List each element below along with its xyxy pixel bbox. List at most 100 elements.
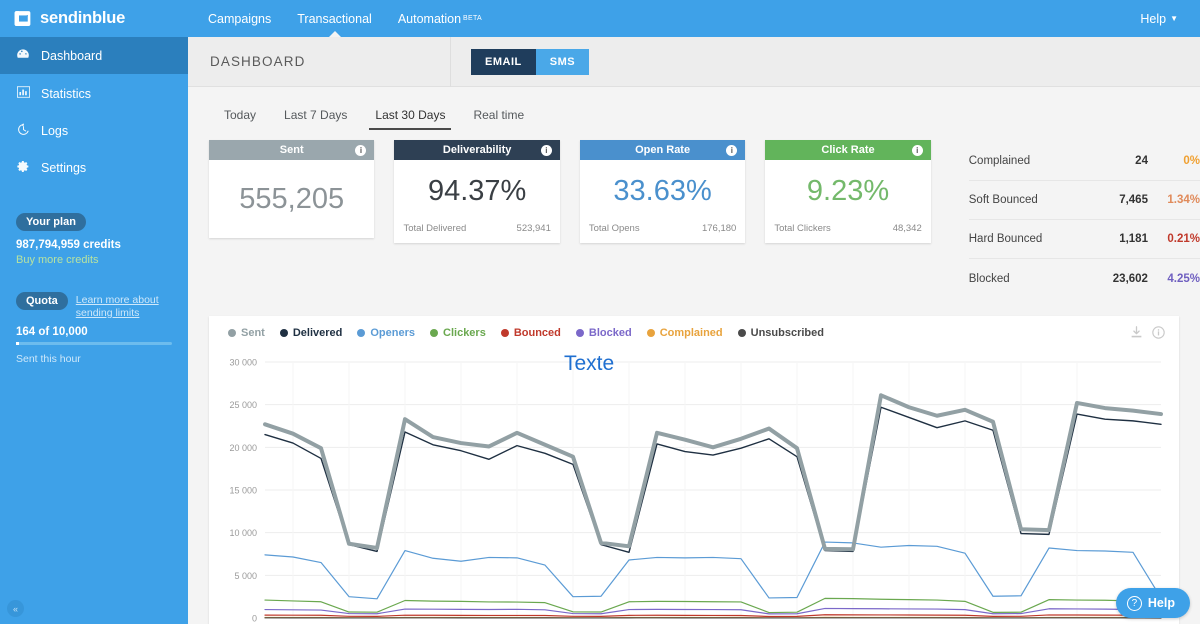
kpi-body: 555,205 (209, 160, 374, 238)
quota-badge: Quota (16, 292, 68, 310)
legend-color-dot (500, 329, 509, 337)
kpi-title: Deliverability (442, 144, 512, 156)
info-icon[interactable] (1152, 326, 1165, 339)
quota-block: Quota Learn more about sending limits 16… (0, 292, 188, 365)
legend-color-dot (737, 329, 746, 337)
kpi-header: Sent i (209, 140, 375, 160)
kpi-title: Sent (279, 144, 304, 156)
brand-name: sendinblue (40, 9, 126, 27)
stat-label: Blocked (968, 272, 1010, 285)
topnav-label: Campaigns (208, 11, 272, 26)
stat-label: Complained (968, 155, 1031, 167)
topnav-item-campaigns[interactable]: Campaigns (208, 0, 271, 37)
kpi-body: 94.37% (394, 160, 559, 223)
buy-more-credits-link[interactable]: Buy more credits (16, 254, 172, 266)
legend-label: Delivered (292, 327, 343, 339)
info-icon[interactable]: i (540, 144, 552, 156)
sidebar-item-dashboard[interactable]: Dashboard (0, 37, 188, 74)
page-title: DASHBOARD (210, 54, 306, 69)
svg-text:10 000: 10 000 (229, 528, 257, 538)
kpi-foot-value: 48,342 (892, 223, 922, 234)
quota-note: Sent this hour (16, 353, 81, 365)
chart-plot-area: 05 00010 00015 00020 00025 00030 00016. … (209, 348, 1179, 624)
kpi-body: 33.63% (580, 160, 745, 223)
legend-item-unsubscribed[interactable]: Unsubscribed (737, 327, 824, 339)
kpi-foot-value: 523,941 (516, 223, 551, 234)
sidebar-item-settings[interactable]: Settings (0, 149, 188, 186)
legend-item-openers[interactable]: Openers (357, 327, 415, 339)
sending-limits-link[interactable]: Learn more about sending limits (76, 292, 172, 320)
chevron-double-left-icon[interactable]: « (7, 600, 24, 617)
legend-label: Complained (659, 327, 723, 339)
topnav-label: Automation (397, 11, 462, 26)
main-content: Today Last 7 Days Last 30 Days Real time… (188, 88, 1200, 624)
line-chart-svg: 05 00010 00015 00020 00025 00030 00016. … (229, 358, 1163, 624)
brand-logo[interactable]: sendinblue (0, 0, 188, 37)
plan-block: Your plan 987,794,959 credits Buy more c… (0, 212, 188, 266)
chart-annotation-text: Texte (564, 352, 615, 375)
tab-last-7-days[interactable]: Last 7 Days (270, 104, 361, 130)
tab-real-time[interactable]: Real time (459, 104, 538, 130)
info-icon[interactable]: i (726, 144, 738, 156)
stat-label: Soft Bounced (968, 194, 1038, 206)
top-navigation: Campaigns Transactional Automation BETA (208, 0, 482, 38)
question-circle-icon: ? (1126, 595, 1142, 611)
bar-chart-icon (16, 86, 30, 101)
legend-item-complained[interactable]: Complained (646, 327, 723, 339)
kpi-header: Click Rate i (765, 140, 931, 160)
kpi-card-open-rate: Open Rate i 33.63% Total Opens 176,180 (579, 140, 746, 243)
plan-badge: Your plan (16, 213, 86, 231)
legend-color-dot (430, 329, 439, 337)
legend-item-bounced[interactable]: Bounced (500, 327, 561, 339)
svg-text:30 000: 30 000 (229, 358, 257, 368)
sidebar: Dashboard Statistics Logs Settings Your … (0, 37, 188, 624)
metrics-chart-card: Sent Delivered Openers Clickers Bounced Block… (209, 316, 1179, 624)
quota-value: 164 of 10,000 (16, 326, 88, 338)
tab-last-30-days[interactable]: Last 30 Days (361, 104, 459, 130)
stat-percent: 1.34% (1167, 194, 1200, 206)
date-range-tabs: Today Last 7 Days Last 30 Days Real time (188, 88, 1200, 130)
help-menu[interactable]: Help ▼ (1140, 0, 1178, 37)
help-widget-button[interactable]: ? Help (1115, 588, 1190, 618)
tab-email[interactable]: EMAIL (471, 48, 536, 75)
topnav-label: Transactional (297, 11, 372, 26)
kpi-foot-value: 176,180 (701, 223, 737, 234)
legend-color-dot (646, 329, 655, 337)
download-icon[interactable] (1130, 326, 1143, 339)
stat-count: 24 (1135, 155, 1148, 167)
stat-percent: 4.25% (1167, 272, 1200, 285)
topnav-item-transactional[interactable]: Transactional (297, 0, 372, 38)
sidebar-item-label: Statistics (41, 86, 92, 101)
tab-sms[interactable]: SMS (535, 48, 590, 75)
kpi-value: 33.63% (613, 175, 712, 207)
sidebar-item-logs[interactable]: Logs (0, 112, 188, 149)
legend-label: Bounced (513, 327, 561, 339)
sidebar-item-statistics[interactable]: Statistics (0, 75, 188, 112)
kpi-footer: Total Opens 176,180 (580, 223, 745, 243)
tab-today[interactable]: Today (210, 104, 270, 130)
topnav-item-automation[interactable]: Automation BETA (398, 0, 482, 37)
kpi-value: 555,205 (239, 182, 345, 215)
sidebar-item-label: Dashboard (41, 48, 103, 63)
channel-toggle: EMAIL SMS (471, 48, 590, 75)
plan-credits: 987,794,959 credits (16, 239, 121, 251)
header-divider (450, 36, 451, 87)
legend-item-clickers[interactable]: Clickers (430, 327, 486, 339)
secondary-stats-table: Complained 24 0% Soft Bounced 7,465 1.34… (968, 140, 1200, 298)
table-row: Complained 24 0% (968, 142, 1200, 181)
legend-item-blocked[interactable]: Blocked (575, 327, 632, 339)
envelope-logo-icon (12, 8, 33, 29)
stat-percent: 0% (1183, 155, 1200, 167)
beta-badge: BETA (463, 15, 483, 22)
info-icon[interactable]: i (355, 144, 367, 156)
legend-item-delivered[interactable]: Delivered (279, 327, 343, 339)
chevron-down-icon: ▼ (1170, 14, 1178, 23)
speedometer-icon (16, 48, 30, 63)
table-row: Soft Bounced 7,465 1.34% (968, 181, 1200, 220)
quota-progress-bar (16, 342, 172, 345)
info-icon[interactable]: i (911, 144, 923, 156)
sidebar-item-label: Settings (41, 160, 87, 175)
legend-item-sent[interactable]: Sent (228, 327, 265, 339)
stat-label: Hard Bounced (968, 233, 1043, 245)
kpi-title: Click Rate (821, 144, 875, 156)
